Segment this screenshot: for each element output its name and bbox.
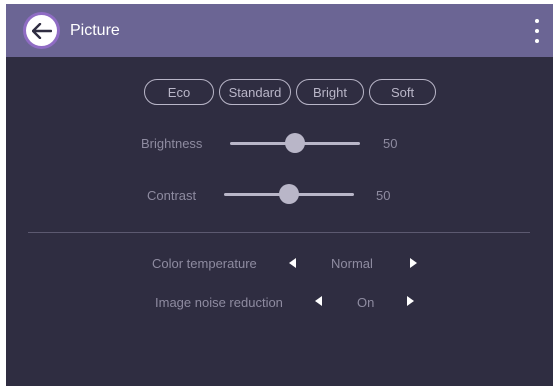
brightness-slider-thumb[interactable]	[285, 133, 305, 153]
preset-standard-button[interactable]: Standard	[219, 79, 291, 105]
header-bar: Picture	[6, 4, 553, 57]
color-temperature-next-icon[interactable]	[410, 258, 417, 268]
back-button[interactable]	[26, 15, 57, 46]
preset-bright-button[interactable]: Bright	[296, 79, 364, 105]
more-menu-button[interactable]	[531, 19, 543, 43]
contrast-label: Contrast	[147, 188, 197, 203]
contrast-value: 50	[376, 188, 391, 203]
section-divider	[28, 232, 530, 233]
arrow-left-icon	[31, 22, 52, 39]
brightness-value: 50	[383, 136, 398, 151]
color-temperature-value: Normal	[331, 256, 373, 271]
more-vertical-icon	[535, 19, 539, 23]
image-noise-reduction-label: Image noise reduction	[155, 295, 283, 310]
color-temperature-prev-icon[interactable]	[289, 258, 296, 268]
brightness-label: Brightness	[141, 136, 203, 151]
contrast-slider-thumb[interactable]	[279, 184, 299, 204]
picture-settings-screen: Picture Eco Standard Bright Soft Brightn…	[6, 4, 553, 386]
page-title: Picture	[70, 22, 120, 39]
picture-mode-presets: Eco Standard Bright Soft	[144, 79, 436, 105]
color-temperature-label: Color temperature	[152, 256, 257, 271]
noise-reduction-prev-icon[interactable]	[315, 296, 322, 306]
preset-soft-button[interactable]: Soft	[369, 79, 436, 105]
noise-reduction-next-icon[interactable]	[407, 296, 414, 306]
preset-eco-button[interactable]: Eco	[144, 79, 214, 105]
noise-reduction-value: On	[357, 295, 375, 310]
